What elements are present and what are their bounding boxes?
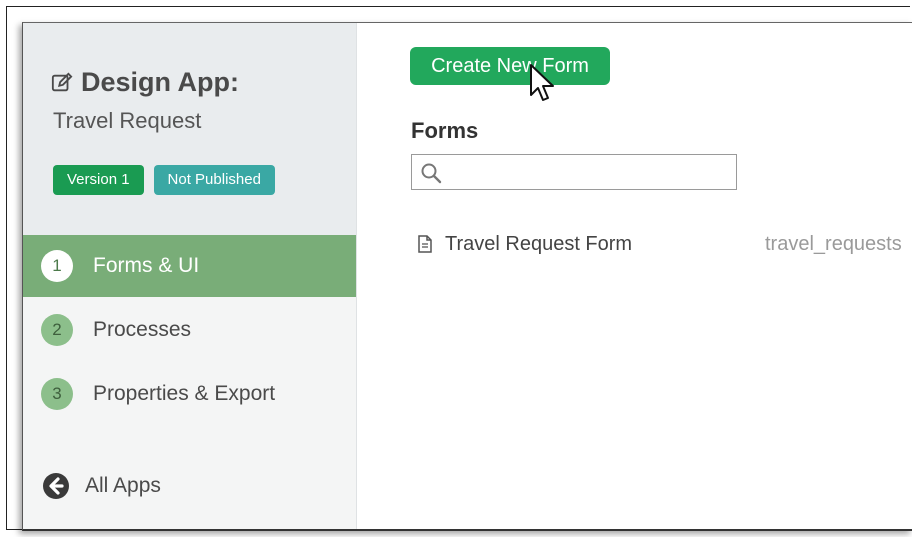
sidebar: Design App: Travel Request Version 1 Not… xyxy=(23,23,357,529)
badge-group: Version 1 Not Published xyxy=(53,165,275,195)
sidebar-item-label: Processes xyxy=(93,318,192,341)
search-icon xyxy=(421,163,442,184)
step-number: 2 xyxy=(41,314,73,346)
sidebar-item-label: Properties & Export xyxy=(93,382,276,405)
app-title: Design App: xyxy=(51,67,239,98)
sidebar-item-label: Forms & UI xyxy=(93,254,200,277)
all-apps-label: All Apps xyxy=(85,474,161,497)
step-number: 1 xyxy=(41,250,73,282)
form-name[interactable]: Travel Request Form xyxy=(445,233,765,256)
sidebar-item-processes[interactable]: 2 Processes xyxy=(23,299,356,361)
sidebar-header: Design App: Travel Request Version 1 Not… xyxy=(23,23,356,235)
sidebar-nav: 1 Forms & UI 2 Processes 3 Properties & … xyxy=(23,235,356,427)
app-title-text: Design App: xyxy=(81,67,239,97)
arrow-left-circle-icon xyxy=(43,473,69,499)
form-table-name: travel_requests xyxy=(765,232,902,255)
mouse-pointer-icon xyxy=(530,64,554,101)
search-box[interactable] xyxy=(411,154,737,190)
step-number: 3 xyxy=(41,378,73,410)
form-list-item[interactable]: Travel Request Form travel_requests xyxy=(417,229,912,259)
app-name: Travel Request xyxy=(53,108,202,133)
version-badge[interactable]: Version 1 xyxy=(53,165,144,195)
sidebar-item-properties-export[interactable]: 3 Properties & Export xyxy=(23,363,356,425)
main-content: Create New Form Forms Travel Request For… xyxy=(357,23,912,529)
create-new-form-button[interactable]: Create New Form xyxy=(410,47,610,85)
status-badge[interactable]: Not Published xyxy=(153,165,275,195)
app-window: Design App: Travel Request Version 1 Not… xyxy=(22,22,912,531)
search-input[interactable] xyxy=(448,159,732,187)
forms-heading: Forms xyxy=(411,118,479,143)
all-apps-link[interactable]: All Apps xyxy=(41,471,161,501)
sidebar-item-forms-ui[interactable]: 1 Forms & UI xyxy=(23,235,356,297)
document-icon xyxy=(418,235,432,253)
edit-icon xyxy=(51,72,73,91)
